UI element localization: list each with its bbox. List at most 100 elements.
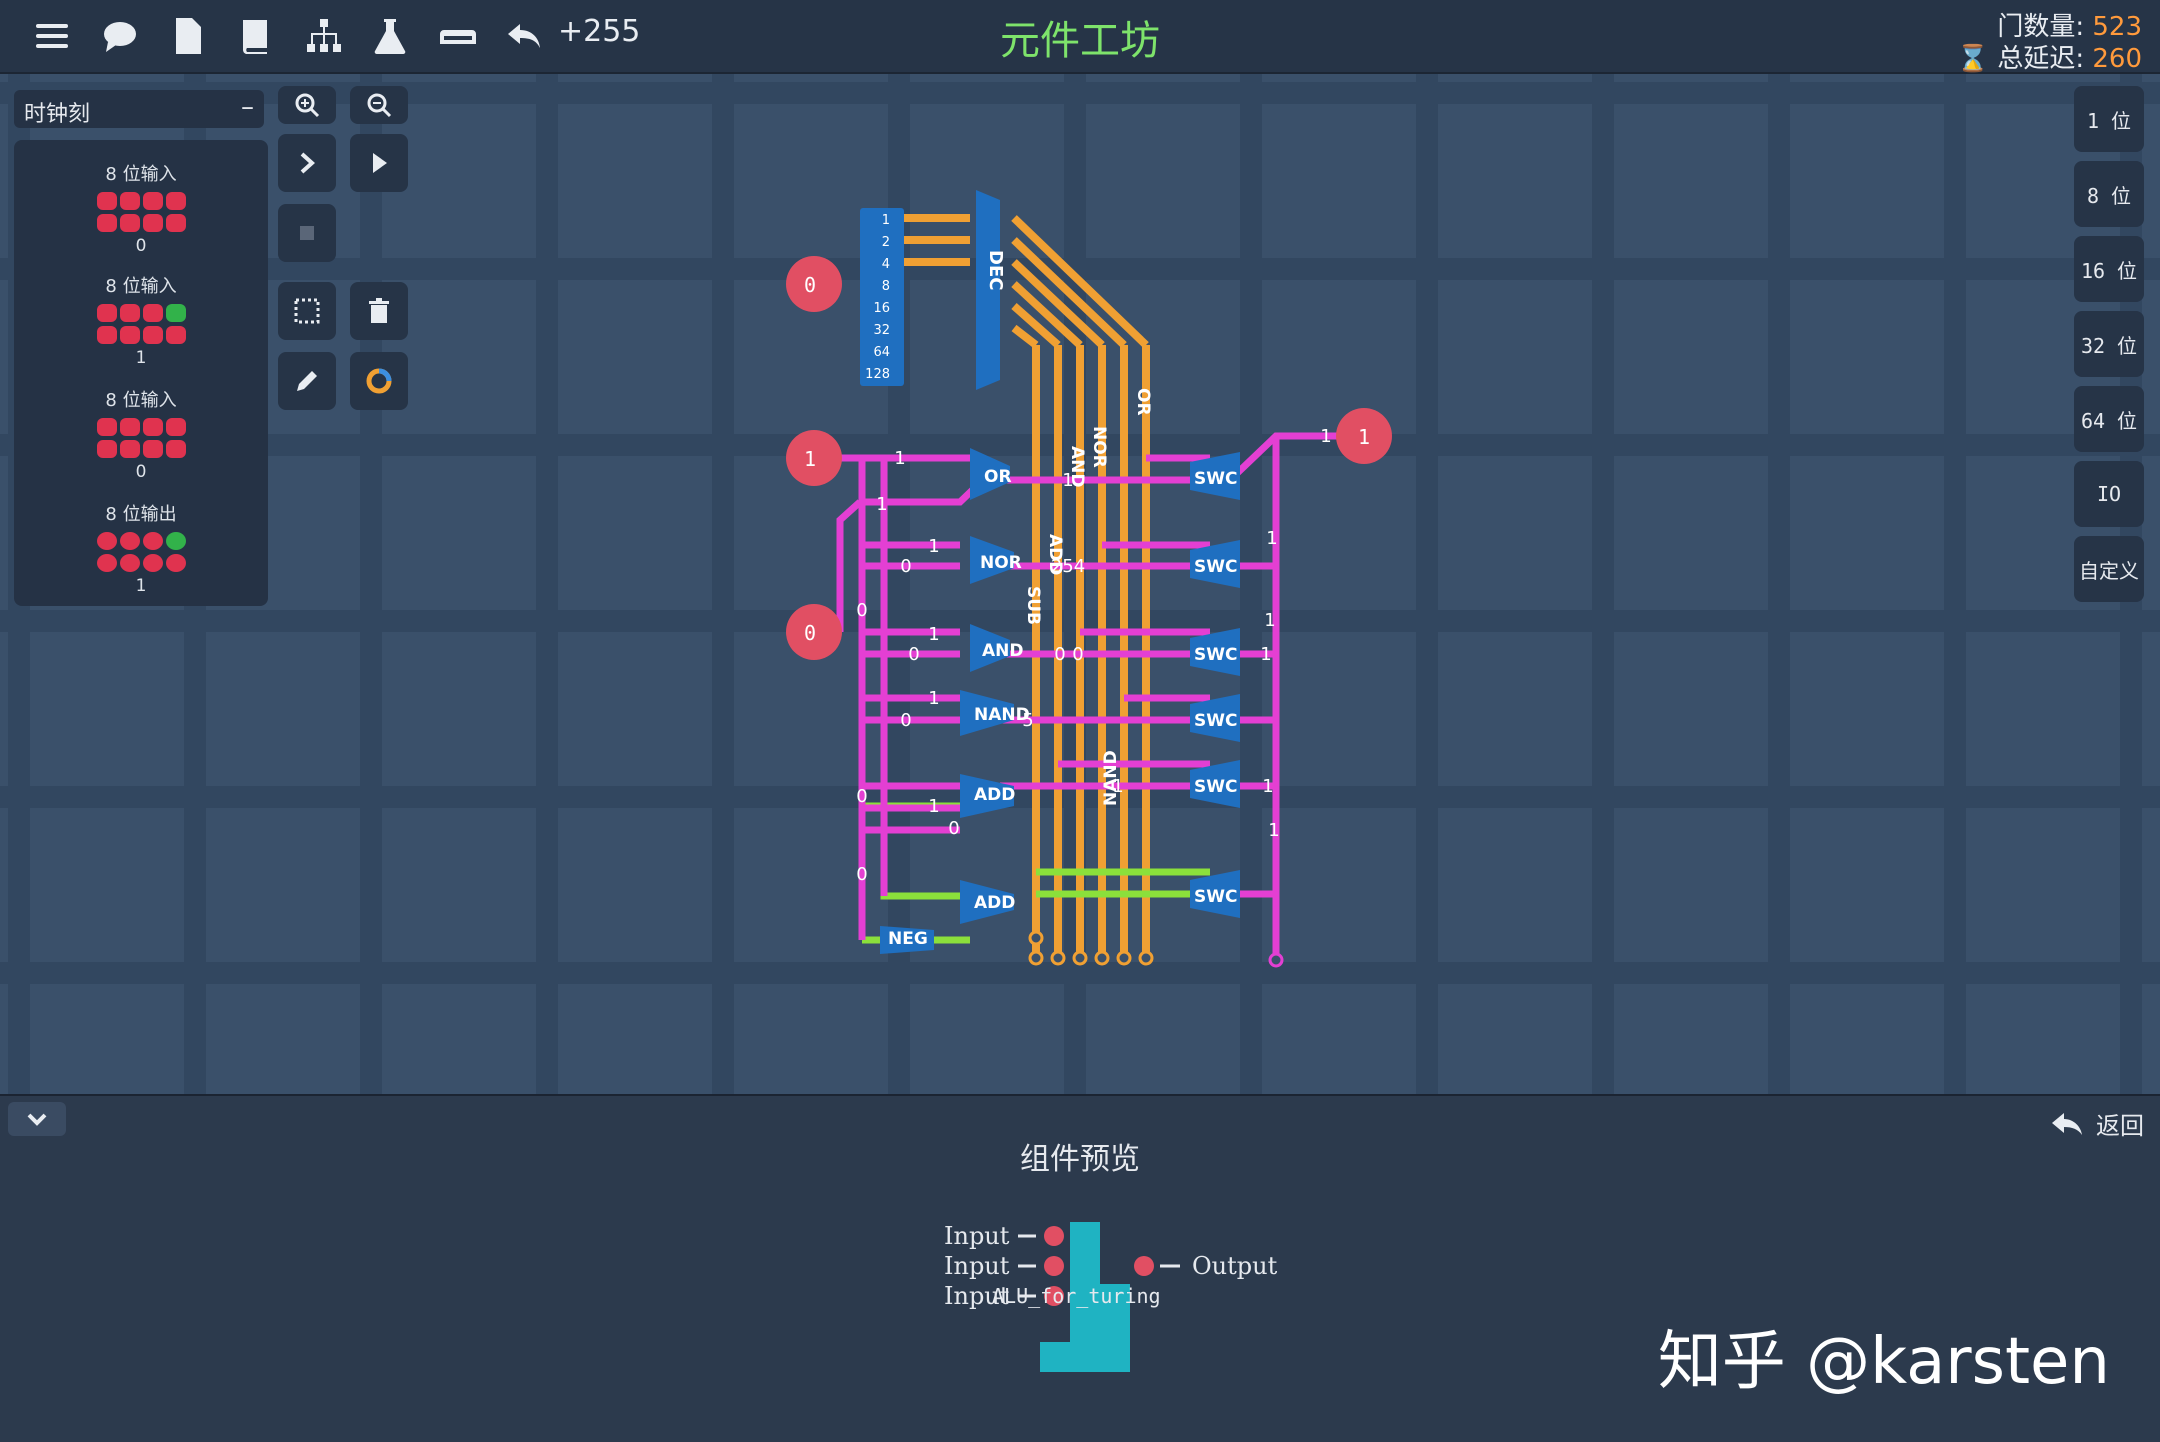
zoom-in-button[interactable] [278, 86, 336, 124]
magenta-terminals [1268, 952, 1284, 968]
decoder-label: DEC [985, 250, 1006, 290]
wire-value: 1 [1112, 776, 1123, 797]
wire-value: 1 [1260, 644, 1271, 665]
bit-switches[interactable] [96, 418, 186, 458]
input-value: 0 [804, 621, 816, 645]
wire-value: 1 [1320, 426, 1331, 447]
gate-label: ADD [974, 785, 1015, 805]
input-value: 0 [804, 273, 816, 297]
decoder-bit: 2 [882, 235, 890, 250]
wire-value: 0 [1072, 644, 1083, 665]
pencil-button[interactable] [278, 352, 336, 410]
io-item-value: 0 [135, 236, 147, 256]
gate-label: AND [982, 641, 1024, 661]
preview-component-name: ALU_for_turing [992, 1284, 1161, 1308]
io-item-title: 8 位输入 [105, 390, 177, 411]
wire-value: 1 [928, 624, 939, 645]
wire-value: 0 [948, 818, 959, 839]
bus-label: OR [1133, 388, 1153, 416]
width-64bit-button[interactable]: 64 位 [2074, 386, 2144, 452]
color-button[interactable] [350, 352, 408, 410]
wire-value: 1 [928, 688, 939, 709]
zoom-in-icon [295, 93, 320, 118]
bus-label: SUB [1023, 586, 1043, 625]
stop-button[interactable] [278, 204, 336, 262]
step-button[interactable] [278, 134, 336, 192]
watermark: 知乎 @karsten [1657, 1325, 2110, 1399]
io-item-input-1[interactable]: 8 位输入 0 [14, 160, 268, 256]
io-item-value: 0 [135, 462, 147, 482]
width-16bit-button[interactable]: 16 位 [2074, 236, 2144, 302]
decoder-bit: 8 [882, 279, 890, 294]
zoom-out-button[interactable] [350, 86, 408, 124]
decoder-bit: 16 [873, 301, 890, 316]
width-32bit-button[interactable]: 32 位 [2074, 311, 2144, 377]
bus-labels: OR NOR AND ADD SUB NAND [1023, 388, 1153, 806]
preview-input-label: Input [944, 1222, 1010, 1250]
wire-value: 1 [1062, 470, 1073, 491]
preview-input-label: Input [944, 1252, 1010, 1280]
gate-label: OR [984, 467, 1012, 487]
wire-value: 1 [1264, 610, 1275, 631]
io-item-input-3[interactable]: 8 位输入 0 [14, 386, 268, 482]
pencil-icon [297, 371, 317, 391]
trash-icon [369, 298, 389, 323]
switch-label: SWC [1194, 557, 1237, 577]
wire-value: 0 [900, 556, 911, 577]
wire-value: 0 [856, 786, 867, 807]
io-component-panel: 8 位输入 0 8 位输入 1 8 位输入 0 8 位输出 1 [14, 140, 268, 606]
clock-tick-label: 时钟刻 [24, 102, 91, 127]
selection-icon [294, 298, 320, 324]
wire-value: 0 [1054, 644, 1065, 665]
switches[interactable] [1190, 452, 1240, 918]
collapse-icon[interactable]: – [241, 92, 254, 122]
switch-label: SWC [1194, 711, 1237, 731]
gate-label: ADD [974, 893, 1015, 913]
wire-value: 5 [1022, 710, 1033, 731]
input-values: 0 1 0 [804, 273, 816, 645]
bit-switches[interactable] [96, 304, 186, 344]
width-1bit-button[interactable]: 1 位 [2074, 86, 2144, 152]
play-button[interactable] [350, 134, 408, 192]
select-button[interactable] [278, 282, 336, 340]
gate-labels: OR NOR AND NAND ADD ADD NEG [888, 467, 1030, 949]
preview-output-label: Output [1192, 1252, 1278, 1280]
width-8bit-button[interactable]: 8 位 [2074, 161, 2144, 227]
wire-value: 1 [928, 536, 939, 557]
io-item-title: 8 位输出 [105, 504, 177, 525]
width-io-button[interactable]: IO [2074, 461, 2144, 527]
orange-buses [900, 214, 1150, 958]
io-item-input-2[interactable]: 8 位输入 1 [14, 272, 268, 368]
io-item-output[interactable]: 8 位输出 1 [14, 500, 268, 596]
switch-labels: SWC SWC SWC SWC SWC SWC [1194, 469, 1237, 907]
bit-switches[interactable] [96, 192, 186, 232]
bus-terminals [1028, 930, 1154, 966]
wire-value: 1 [928, 796, 939, 817]
wire-value: 1 [894, 448, 905, 469]
decoder-bit: 128 [865, 367, 890, 382]
switch-label: SWC [1194, 777, 1237, 797]
chevron-right-icon [300, 152, 315, 174]
io-item-value: 1 [135, 576, 147, 596]
play-icon [373, 153, 387, 173]
switch-label: SWC [1194, 887, 1237, 907]
switch-label: SWC [1194, 645, 1237, 665]
io-item-value: 1 [135, 348, 147, 368]
decoder-bit: 1 [882, 213, 890, 228]
wire-value: 0 [856, 600, 867, 621]
wire-value: 0 [856, 864, 867, 885]
wire-value: 1 [1268, 820, 1279, 841]
gate-label: NOR [980, 553, 1022, 573]
wire-value: 0 [900, 710, 911, 731]
wire-value: 1 [1266, 528, 1277, 549]
component-preview-panel: 返回 组件预览 Input Input Input Output ALU_for… [0, 1094, 2160, 1442]
bit-indicators [96, 532, 186, 572]
wire-value: 1 [876, 494, 887, 515]
width-custom-button[interactable]: 自定义 [2074, 536, 2144, 602]
bus-label: NOR [1089, 426, 1109, 468]
magenta-wires [836, 432, 1340, 960]
output-value: 1 [1358, 425, 1370, 449]
zoom-out-icon [367, 93, 392, 118]
clock-tick-select[interactable]: 时钟刻 – [14, 90, 264, 128]
delete-button[interactable] [350, 282, 408, 340]
